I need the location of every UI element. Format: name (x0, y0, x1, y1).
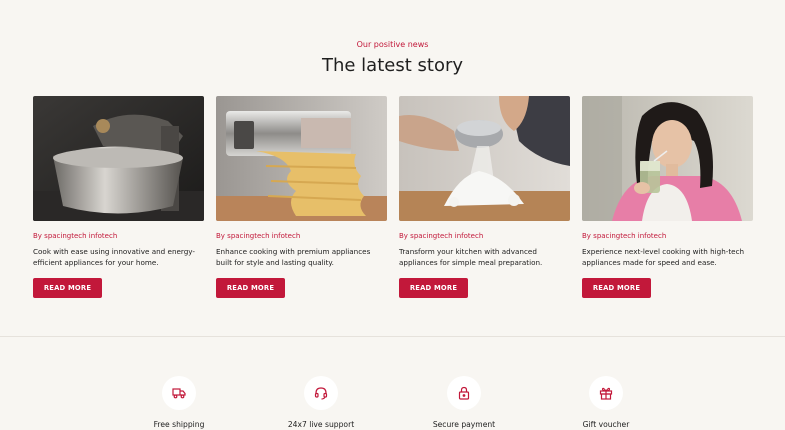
read-more-button[interactable]: READ MORE (216, 278, 285, 298)
feature-label: Free shipping (153, 420, 205, 429)
truck-icon (162, 376, 196, 410)
gift-icon (589, 376, 623, 410)
feature-label: Gift voucher (582, 420, 630, 429)
card-byline[interactable]: By spacingtech infotech (399, 232, 570, 240)
read-more-button[interactable]: READ MORE (33, 278, 102, 298)
feature-secure-payment: Secure payment (409, 376, 519, 429)
flour-sifting-photo[interactable] (399, 96, 570, 221)
story-card: By spacingtech infotech Experience next-… (582, 96, 753, 298)
pasta-maker-photo[interactable] (216, 96, 387, 221)
section-title: The latest story (321, 55, 464, 76)
story-cards: By spacingtech infotech Cook with ease u… (33, 96, 753, 306)
section-eyebrow: Our positive news (356, 40, 429, 49)
story-card: By spacingtech infotech Cook with ease u… (33, 96, 204, 298)
story-card: By spacingtech infotech Transform your k… (399, 96, 570, 298)
card-excerpt: Enhance cooking with premium appliances … (216, 247, 371, 267)
card-byline[interactable]: By spacingtech infotech (33, 232, 204, 240)
stand-mixer-photo[interactable] (33, 96, 204, 221)
read-more-button[interactable]: READ MORE (582, 278, 651, 298)
card-excerpt: Transform your kitchen with advanced app… (399, 247, 543, 267)
headset-icon (304, 376, 338, 410)
feature-live-support: 24x7 live support (266, 376, 376, 429)
card-excerpt: Experience next-level cooking with high-… (582, 247, 745, 267)
woman-drinking-smoothie-photo[interactable] (582, 96, 753, 221)
read-more-button[interactable]: READ MORE (399, 278, 468, 298)
feature-gift-voucher: Gift voucher (551, 376, 661, 429)
feature-label: Secure payment (432, 420, 496, 429)
card-byline[interactable]: By spacingtech infotech (582, 232, 753, 240)
lock-icon (447, 376, 481, 410)
card-byline[interactable]: By spacingtech infotech (216, 232, 387, 240)
section-divider (0, 336, 785, 337)
story-card: By spacingtech infotech Enhance cooking … (216, 96, 387, 298)
feature-free-shipping: Free shipping (124, 376, 234, 429)
card-excerpt: Cook with ease using innovative and ener… (33, 247, 196, 267)
feature-list: Free shipping 24x7 live support Secure p… (0, 376, 785, 430)
feature-label: 24x7 live support (287, 420, 355, 429)
